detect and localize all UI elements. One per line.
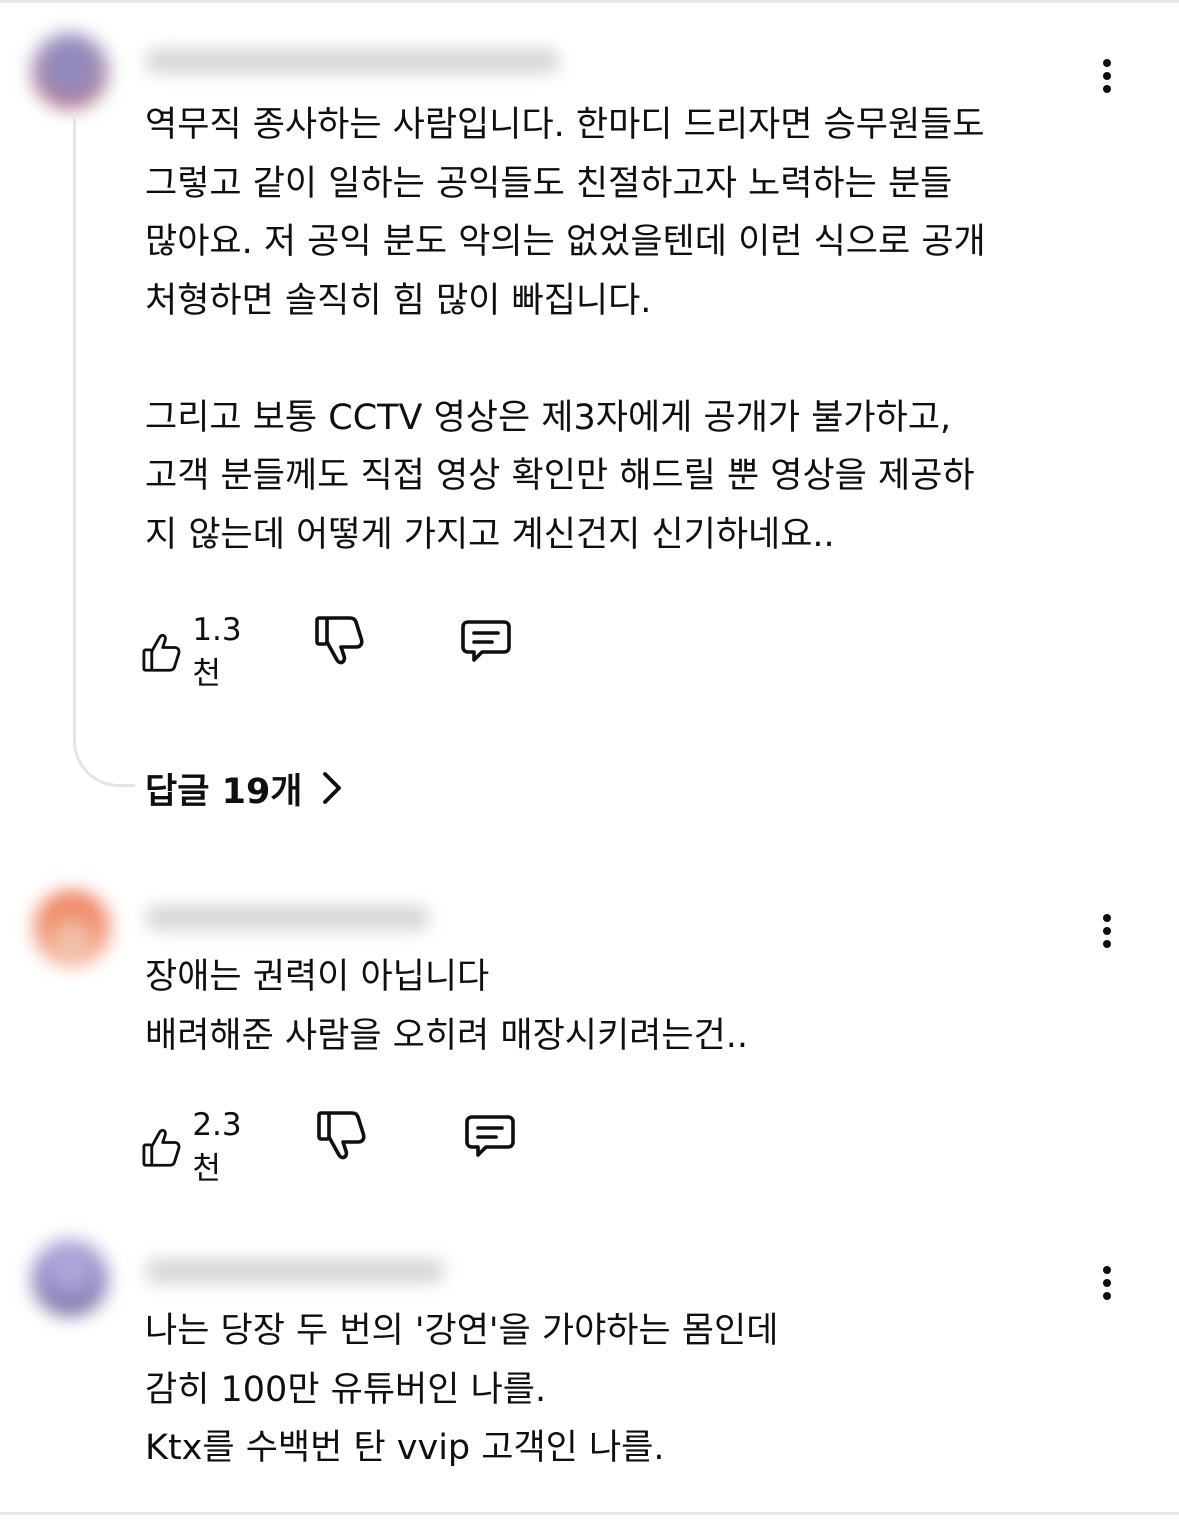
thumbs-up-icon bbox=[142, 1128, 181, 1167]
dislike-button[interactable] bbox=[312, 612, 366, 668]
comment-text: 나는 당장 두 번의 '강연'을 가야하는 몸인데 감히 100만 유튜버인 나… bbox=[145, 1311, 779, 1468]
comment-icon bbox=[461, 620, 511, 662]
thumbs-down-icon bbox=[315, 616, 364, 665]
avatar[interactable] bbox=[32, 1240, 108, 1316]
comment-icon bbox=[465, 1115, 515, 1157]
more-vert-icon bbox=[1103, 59, 1111, 67]
reply-button[interactable] bbox=[458, 612, 514, 668]
replies-count-label: 답글 19개 bbox=[145, 771, 303, 812]
more-vert-icon bbox=[1103, 1266, 1111, 1274]
bottom-divider bbox=[0, 1512, 1179, 1515]
comment-text: 장애는 권력이 아닙니다 배려해준 사람을 오히려 매장시키려는건.. bbox=[145, 957, 749, 1056]
reply-button[interactable] bbox=[462, 1107, 518, 1163]
like-count: 1.3천 bbox=[192, 612, 242, 692]
more-vert-icon-dot bbox=[1103, 940, 1111, 948]
more-vert-icon-dot bbox=[1103, 927, 1111, 935]
more-vert-icon-dot bbox=[1103, 85, 1111, 93]
dislike-button[interactable] bbox=[314, 1107, 368, 1163]
avatar[interactable] bbox=[32, 33, 108, 109]
more-vert-icon bbox=[1103, 914, 1111, 922]
author-name[interactable] bbox=[145, 905, 430, 931]
more-options-button[interactable] bbox=[1092, 1262, 1122, 1304]
like-count: 2.3천 bbox=[192, 1107, 242, 1187]
thumbs-down-icon bbox=[317, 1111, 366, 1160]
thumbs-up-icon bbox=[142, 633, 181, 672]
reply-thread-line bbox=[73, 112, 135, 787]
chevron-right-icon bbox=[322, 772, 341, 804]
more-options-button[interactable] bbox=[1092, 910, 1122, 952]
more-vert-icon-dot bbox=[1103, 1292, 1111, 1300]
like-button[interactable]: 1.3천 bbox=[140, 612, 253, 693]
top-divider bbox=[0, 0, 1179, 3]
like-button[interactable]: 2.3천 bbox=[140, 1107, 253, 1188]
view-replies-button[interactable]: 답글 19개 bbox=[145, 762, 343, 814]
more-vert-icon-dot bbox=[1103, 72, 1111, 80]
author-name[interactable] bbox=[145, 1258, 445, 1284]
more-vert-icon-dot bbox=[1103, 1279, 1111, 1287]
author-name[interactable] bbox=[145, 48, 560, 74]
more-options-button[interactable] bbox=[1092, 55, 1122, 97]
comment-text: 역무직 종사하는 사람입니다. 한마디 드리자면 승무원들도 그렇고 같이 일하… bbox=[145, 105, 986, 555]
avatar[interactable] bbox=[34, 890, 110, 966]
